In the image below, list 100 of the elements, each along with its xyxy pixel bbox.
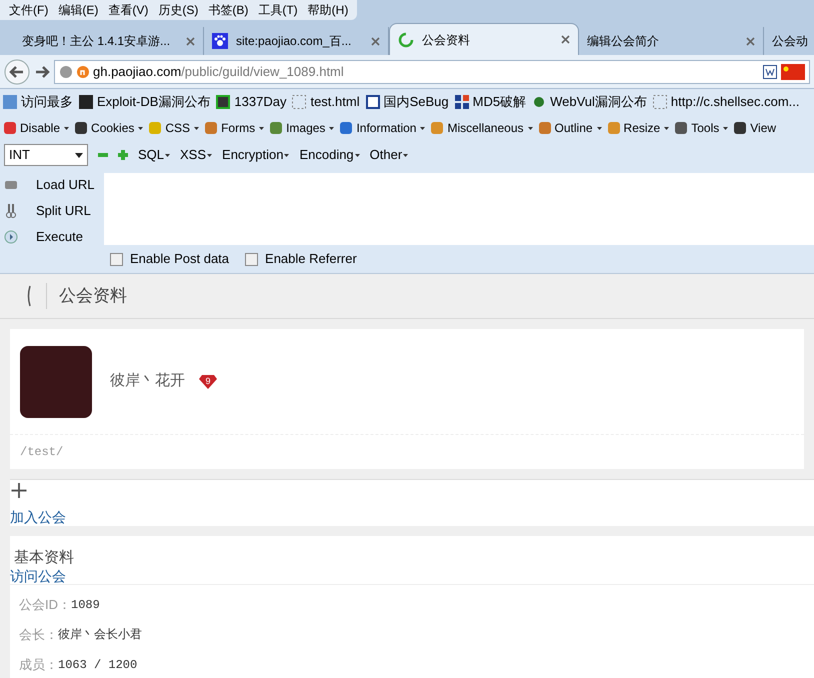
bookmark[interactable]: MD5破解	[454, 92, 526, 112]
browser-tab[interactable]: 公会资料	[389, 23, 579, 55]
dropdown-arrow-icon	[75, 152, 83, 158]
hackbar-menu[interactable]: Other	[370, 145, 408, 165]
bookmark-icon	[292, 95, 306, 109]
toolbar-menu[interactable]: Disable	[3, 119, 70, 137]
close-icon[interactable]	[746, 36, 755, 46]
caret-icon	[723, 126, 728, 130]
bookmark[interactable]: test.html	[292, 92, 360, 112]
address-bar[interactable]: gh.paojiao.com/public/guild/view_1089.html	[54, 60, 810, 84]
toolbar-menu[interactable]: Outline	[538, 119, 602, 137]
hackbar-menu[interactable]: Encryption	[222, 145, 290, 165]
menu-item[interactable]: 帮助(H)	[302, 1, 354, 19]
close-icon[interactable]	[186, 36, 195, 46]
caret-icon	[207, 154, 212, 156]
hackbar-menu[interactable]: Encoding	[299, 145, 360, 165]
action-icon	[4, 178, 18, 192]
toolbar-icon	[148, 121, 162, 135]
toolbar-menu[interactable]: Resize	[606, 119, 670, 137]
page-title: 公会资料	[46, 283, 127, 309]
guild-avatar	[20, 346, 92, 418]
close-icon[interactable]	[371, 36, 380, 46]
info-row-text: 会长：彼岸丶会长小君	[19, 626, 143, 644]
plus-icon	[118, 150, 128, 160]
toolbar-menu[interactable]: Miscellaneous	[430, 119, 533, 137]
bookmark[interactable]: 访问最多	[3, 92, 73, 112]
hackbar-menu[interactable]: XSS	[180, 145, 212, 165]
checkbox[interactable]	[245, 252, 258, 266]
guild-name: 彼岸丶花开	[110, 371, 185, 392]
type-dropdown[interactable]: INT	[4, 144, 88, 166]
globe-icon	[59, 64, 73, 78]
plus-icon	[11, 483, 27, 498]
caret-icon	[664, 126, 670, 130]
bookmark[interactable]: 国内SeBug	[366, 92, 449, 112]
toolbar-icon	[538, 121, 552, 135]
bookmark[interactable]: http://c.shellsec.com...	[652, 92, 800, 112]
visit-guild-link[interactable]: 访问公会	[10, 568, 66, 584]
toolbar-icon	[3, 121, 17, 135]
caret-icon	[420, 126, 426, 130]
caret-icon	[528, 126, 533, 130]
toolbar-menu[interactable]: Information	[339, 119, 426, 137]
caret-icon	[138, 126, 144, 130]
info-row-text: 公会ID：1089	[19, 596, 101, 614]
tab-title: 编辑公会简介	[587, 33, 660, 50]
document-icon	[763, 64, 777, 78]
toolbar-icon	[733, 121, 748, 135]
forward-arrow-icon	[34, 64, 50, 80]
menu-item[interactable]: 编辑(E)	[53, 1, 104, 19]
toolbar-menu[interactable]: Images	[269, 119, 334, 137]
checkbox-label: Enable Post data	[130, 250, 230, 268]
bookmark[interactable]: WebVul漏洞公布	[532, 92, 647, 112]
menu-item[interactable]: 工具(T)	[253, 1, 303, 19]
info-row-text: 成员：1063 / 1200	[19, 656, 138, 674]
bookmark[interactable]: 1337Day	[216, 92, 286, 112]
bookmark-icon	[652, 95, 667, 109]
caret-icon	[165, 154, 170, 156]
toolbar-icon	[269, 121, 284, 135]
bookmark-icon	[3, 95, 17, 109]
bookmark[interactable]: Exploit-DB漏洞公布	[79, 92, 210, 112]
checkbox[interactable]	[110, 252, 123, 266]
menu-item[interactable]: 书签(B)	[203, 1, 254, 19]
caret-icon	[354, 154, 360, 156]
menu-item[interactable]: 查看(V)	[103, 1, 154, 19]
close-icon[interactable]	[561, 35, 570, 44]
toolbar-menu[interactable]: Cookies	[74, 119, 144, 137]
caret-icon	[596, 126, 602, 130]
back-icon	[26, 285, 32, 307]
caret-icon	[64, 126, 70, 130]
bookmark-icon	[454, 95, 469, 109]
tab-title: site:paojiao.com_百...	[236, 33, 352, 50]
toolbar-menu[interactable]: Forms	[204, 119, 264, 137]
tab-title: 公会动	[772, 33, 809, 50]
hackbar-action[interactable]: Execute	[0, 224, 104, 250]
join-guild-link[interactable]: 加入公会	[10, 508, 66, 526]
guild-description: /test/	[19, 444, 64, 461]
caret-icon	[194, 126, 200, 130]
caret-icon	[259, 126, 264, 130]
toolbar-icon	[339, 121, 354, 135]
hackbar-menu[interactable]: SQL	[138, 145, 170, 165]
toolbar-menu[interactable]: View	[733, 119, 776, 137]
toolbar-icon	[606, 121, 621, 135]
paw-icon	[212, 33, 228, 49]
url-input-field[interactable]	[104, 173, 814, 245]
menu-item[interactable]: 文件(F)	[4, 1, 54, 19]
tab-title: 变身吧！主公 1.4.1安卓游...	[22, 33, 172, 50]
bookmark-icon	[366, 95, 380, 109]
action-icon	[4, 230, 18, 244]
bookmark-icon	[532, 95, 546, 109]
site-icon	[77, 66, 89, 78]
caret-icon	[403, 154, 408, 156]
menu-item[interactable]: 历史(S)	[153, 1, 204, 19]
toolbar-menu[interactable]: Tools	[674, 119, 728, 137]
toolbar-menu[interactable]: CSS	[148, 119, 200, 137]
minus-icon	[98, 150, 108, 160]
loading-icon	[398, 32, 414, 48]
hackbar-action[interactable]: Load URL	[0, 172, 104, 198]
toolbar-icon	[430, 121, 444, 135]
url-text: gh.paojiao.com/public/guild/view_1089.html	[93, 62, 344, 81]
checkbox-label: Enable Referrer	[265, 250, 357, 268]
hackbar-action[interactable]: Split URL	[0, 198, 104, 224]
